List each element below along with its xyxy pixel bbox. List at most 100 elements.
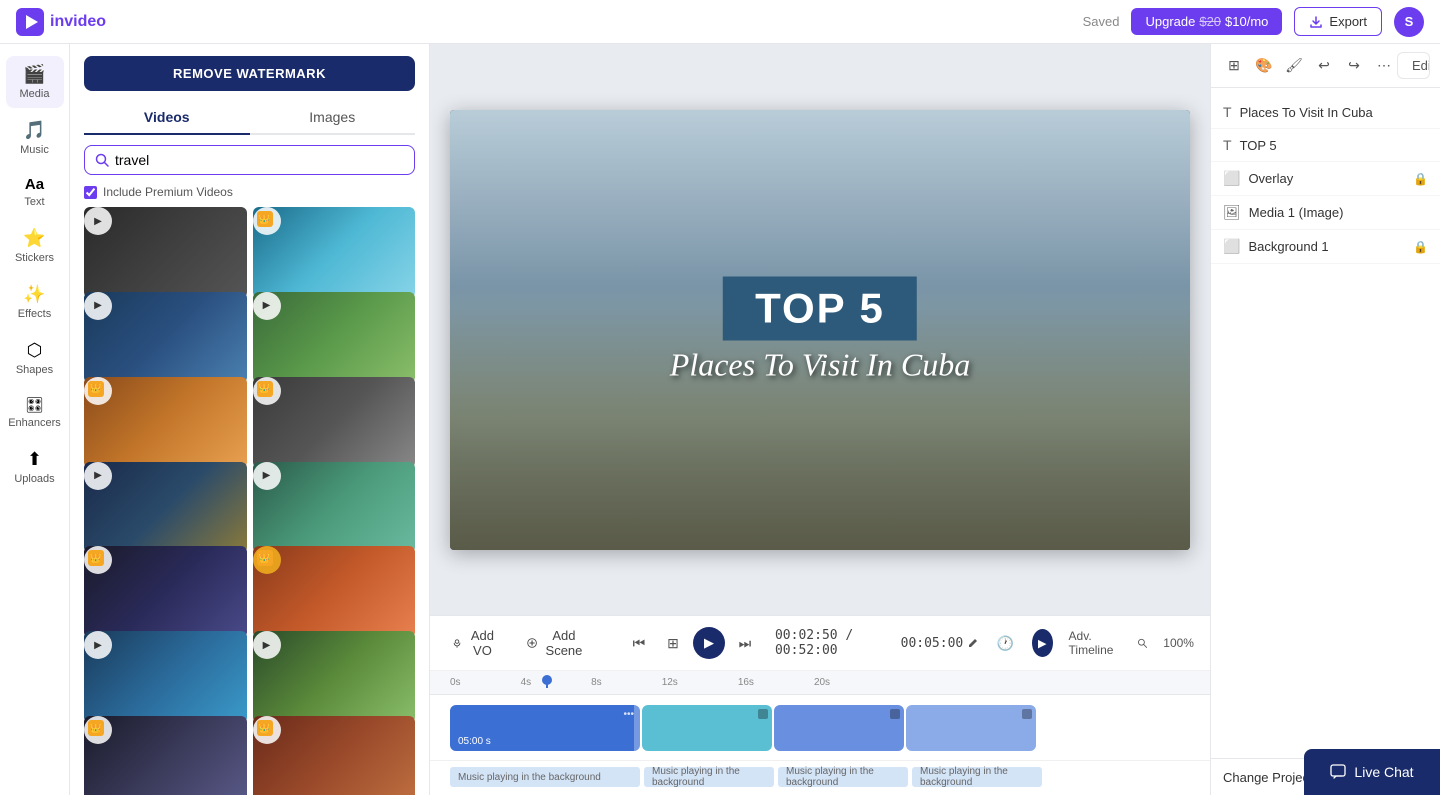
premium-checkbox[interactable] — [84, 186, 97, 199]
list-item[interactable]: ▶ — [84, 207, 247, 298]
list-item[interactable]: ▶ — [84, 631, 247, 722]
layer-top5-text[interactable]: T TOP 5 — [1211, 129, 1440, 162]
tab-edit[interactable]: Edit — [1398, 53, 1430, 78]
scene-view-button[interactable]: ⊞ — [659, 629, 687, 657]
canvas-top5-text: TOP 5 — [723, 276, 917, 340]
zoom-icon — [1137, 636, 1147, 650]
clip-3[interactable] — [774, 705, 904, 751]
list-item[interactable]: 👑▶ — [84, 716, 247, 795]
sidebar-item-uploads[interactable]: ⬆ Uploads — [6, 441, 64, 493]
shapes-icon: ⬡ — [27, 340, 43, 361]
list-item[interactable]: 👑▶ — [253, 207, 416, 298]
list-item[interactable]: 👑▶ — [84, 546, 247, 637]
ruler-mark-4: 4s — [521, 677, 532, 688]
music-icon: 🎵 — [23, 120, 45, 141]
edit-duration-icon[interactable] — [967, 637, 979, 649]
sidebar-item-enhancers[interactable]: 🎛 Enhancers — [6, 388, 64, 437]
sidebar-item-stickers[interactable]: ⭐ Stickers — [6, 220, 64, 272]
music-clip-4[interactable]: Music playing in the background — [912, 767, 1042, 787]
timeline: Add VO Add Scene ⏮ ⊞ ▶ ⏭ 00:02:50 / 00:5… — [430, 615, 1210, 795]
sidebar-label-music: Music — [20, 144, 49, 156]
clip-1[interactable]: ••• 05:00 s — [450, 705, 640, 751]
effects-icon: ✨ — [23, 284, 45, 305]
live-chat-button[interactable]: Live Chat — [1304, 749, 1440, 795]
clip-2-icon — [758, 709, 768, 719]
media-icon: 🎬 — [23, 64, 45, 85]
sidebar-item-text[interactable]: Aa Text — [6, 168, 64, 216]
play-icon: ▶ — [253, 631, 281, 659]
layer-overlay[interactable]: ⬜ Overlay 🔒 — [1211, 162, 1440, 196]
layer-background1[interactable]: ⬜ Background 1 🔒 — [1211, 230, 1440, 264]
upgrade-label: Upgrade — [1145, 14, 1195, 29]
grid-icon-button[interactable]: ⊞ — [1221, 53, 1247, 79]
timeline-tracks: ••• 05:00 s — [430, 695, 1210, 795]
media-panel: REMOVE WATERMARK Videos Images Include P… — [70, 44, 430, 795]
crown-icon: 👑 — [257, 211, 273, 227]
sidebar-item-music[interactable]: 🎵 Music — [6, 112, 64, 164]
brush-icon-button[interactable]: 🖌 — [1281, 53, 1307, 79]
list-item[interactable]: ▶ — [84, 462, 247, 553]
edit-layers-tabs: Edit Layers — [1397, 52, 1430, 79]
undo-button[interactable]: ↩ — [1311, 53, 1337, 79]
clock-icon-button[interactable]: 🕐 — [995, 629, 1016, 657]
search-input[interactable] — [115, 152, 404, 168]
list-item[interactable]: 👑▶ — [253, 377, 416, 468]
overlay-layer-icon: ⬜ — [1223, 170, 1240, 187]
topbar-left: invideo — [16, 8, 106, 36]
logo[interactable]: invideo — [16, 8, 106, 36]
list-item[interactable]: ▶ — [253, 292, 416, 383]
list-item[interactable]: 👑▶ — [84, 377, 247, 468]
more-options-button[interactable]: ⋯ — [1371, 53, 1397, 79]
add-scene-button[interactable]: Add Scene — [521, 624, 593, 662]
music-clip-2[interactable]: Music playing in the background — [644, 767, 774, 787]
layers-list: T Places To Visit In Cuba T TOP 5 ⬜ Over… — [1211, 88, 1440, 758]
upgrade-button[interactable]: Upgrade $20 $10/mo — [1131, 8, 1282, 35]
skip-forward-button[interactable]: ⏭ — [731, 629, 759, 657]
palette-icon-button[interactable]: 🎨 — [1251, 53, 1277, 79]
add-vo-button[interactable]: Add VO — [446, 624, 505, 662]
video-grid: ▶ 👑▶ ▶ ▶ 👑▶ 👑▶ ▶ ▶ 👑▶ 👑▶ ▶ ▶ 👑▶ 👑▶ — [70, 207, 429, 795]
ruler-mark-12: 12s — [662, 677, 678, 688]
sidebar-item-effects[interactable]: ✨ Effects — [6, 276, 64, 328]
canvas-frame[interactable]: TOP 5 Places To Visit In Cuba — [450, 110, 1190, 550]
timeline-cursor[interactable] — [546, 677, 548, 688]
ruler-mark-8: 8s — [591, 677, 602, 688]
sidebar-item-media[interactable]: 🎬 Media — [6, 56, 64, 108]
redo-button[interactable]: ↪ — [1341, 53, 1367, 79]
uploads-icon: ⬆ — [27, 449, 42, 470]
play-button[interactable]: ▶ — [693, 627, 725, 659]
text-layer-icon: T — [1223, 104, 1232, 120]
layer-media1[interactable]: 🖼 Media 1 (Image) — [1211, 196, 1440, 230]
live-chat-label: Live Chat — [1354, 764, 1413, 780]
list-item[interactable]: ▶ — [84, 292, 247, 383]
avatar[interactable]: S — [1394, 7, 1424, 37]
list-item[interactable]: 👑▶ — [253, 546, 416, 637]
timeline-toolbar: Add VO Add Scene ⏮ ⊞ ▶ ⏭ 00:02:50 / 00:5… — [430, 616, 1210, 671]
duration-display: 00:05:00 — [901, 636, 980, 651]
list-item[interactable]: ▶ — [253, 631, 416, 722]
remove-watermark-button[interactable]: REMOVE WATERMARK — [84, 56, 415, 91]
clip-2[interactable] — [642, 705, 772, 751]
list-item[interactable]: ▶ — [253, 462, 416, 553]
export-button[interactable]: Export — [1294, 7, 1382, 36]
crown-icon: 👑 — [257, 720, 273, 736]
tab-videos[interactable]: Videos — [84, 101, 250, 135]
adv-timeline-button[interactable]: Adv. Timeline — [1069, 629, 1121, 657]
clip-4[interactable] — [906, 705, 1036, 751]
music-clip-1[interactable]: Music playing in the background — [450, 767, 640, 787]
add-scene-icon — [527, 636, 537, 650]
speed-button[interactable]: ▶ — [1032, 629, 1053, 657]
premium-checkbox-label: Include Premium Videos — [103, 185, 233, 199]
microphone-icon — [452, 636, 462, 650]
tab-images[interactable]: Images — [250, 101, 416, 135]
clip-1-resize-handle[interactable] — [634, 705, 640, 751]
list-item[interactable]: 👑▶ — [253, 716, 416, 795]
chat-icon — [1330, 764, 1346, 780]
play-icon: ▶ — [84, 631, 112, 659]
text-layer-icon-2: T — [1223, 137, 1232, 153]
skip-back-button[interactable]: ⏮ — [625, 629, 653, 657]
sidebar-label-enhancers: Enhancers — [8, 417, 61, 429]
sidebar-item-shapes[interactable]: ⬡ Shapes — [6, 332, 64, 384]
music-clip-3[interactable]: Music playing in the background — [778, 767, 908, 787]
layer-places-text[interactable]: T Places To Visit In Cuba — [1211, 96, 1440, 129]
